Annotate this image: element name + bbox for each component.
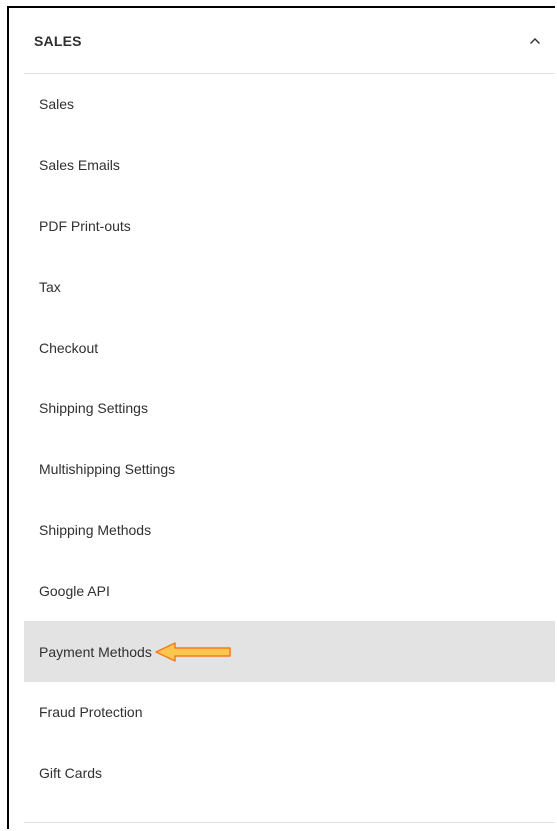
section-title: SALES [34,32,82,49]
menu-item-label: Checkout [39,339,99,356]
menu-item-sales[interactable]: Sales [24,74,555,135]
menu-item-label: Fraud Protection [39,704,143,721]
menu-item-label: Gift Cards [39,765,103,782]
menu-item-pdf-print-outs[interactable]: PDF Print-outs [24,196,555,257]
menu-item-shipping-settings[interactable]: Shipping Settings [24,378,555,439]
sales-menu-list: Sales Sales Emails PDF Print-outs Tax Ch… [24,74,555,804]
menu-item-shipping-methods[interactable]: Shipping Methods [24,500,555,561]
menu-item-label: Shipping Settings [39,400,148,417]
config-sidebar-panel: SALES Sales Sales Emails PDF Print-outs … [24,8,555,829]
menu-item-multishipping-settings[interactable]: Multishipping Settings [24,439,555,500]
menu-item-google-api[interactable]: Google API [24,560,555,621]
arrow-left-icon [155,641,231,662]
chevron-up-icon[interactable] [529,35,541,47]
menu-item-label: Tax [39,278,61,295]
menu-item-sales-emails[interactable]: Sales Emails [24,135,555,196]
menu-item-label: Sales [39,96,75,113]
menu-item-label: Payment Methods [39,643,152,660]
divider [24,822,555,823]
menu-item-fraud-protection[interactable]: Fraud Protection [24,682,555,743]
menu-item-payment-methods[interactable]: Payment Methods [24,621,555,682]
menu-item-tax[interactable]: Tax [24,256,555,317]
menu-item-label: Google API [39,582,110,599]
menu-item-gift-cards[interactable]: Gift Cards [24,743,555,804]
menu-item-label: PDF Print-outs [39,217,131,234]
menu-item-label: Sales Emails [39,157,120,174]
menu-item-label: Shipping Methods [39,521,152,538]
menu-item-label: Multishipping Settings [39,461,176,478]
screenshot-frame: SALES Sales Sales Emails PDF Print-outs … [7,6,555,829]
menu-item-checkout[interactable]: Checkout [24,317,555,378]
sales-section-header[interactable]: SALES [24,8,555,74]
